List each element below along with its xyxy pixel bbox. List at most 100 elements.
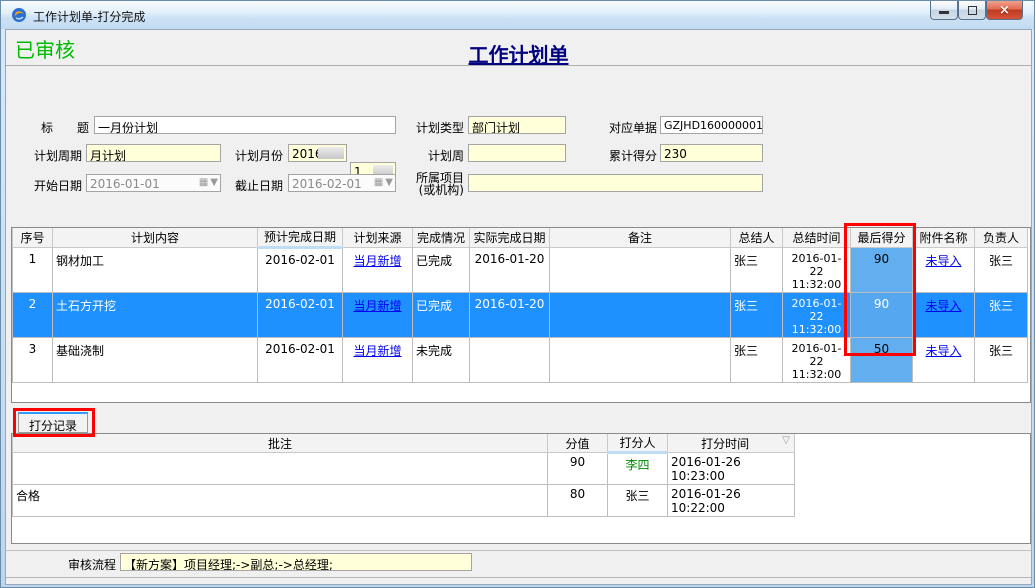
title-field[interactable]: 一月份计划 [94,116,396,134]
maximize-icon [968,6,977,15]
col-remark[interactable]: 备注 [550,228,731,247]
cell-status: 未完成 [413,337,470,382]
cell-status: 已完成 [413,292,470,337]
end-date-label: 截止日期 [220,177,283,194]
table-row[interactable]: 1 钢材加工 2016-02-01 当月新增 已完成 2016-01-20 张三… [13,247,1028,292]
cell-score-value: 90 [548,453,608,485]
plan-source-link[interactable]: 当月新增 [353,344,401,358]
calendar-icon[interactable]: ▦ [199,177,208,188]
cell-content: 土石方开挖 [53,292,258,337]
plan-year-spinner[interactable]: 2016 [288,144,347,162]
app-window: 工作计划单-打分完成 × 已审核 工作计划单 标 题 一月份计划 计划类型 部门… [0,0,1035,588]
cell-summary-time: 2016-01-22 11:32:00 [783,337,851,382]
cell-summarizer: 张三 [731,337,783,382]
close-button[interactable]: × [986,1,1023,20]
attachment-link[interactable]: 未导入 [925,344,961,358]
start-date-label: 开始日期 [19,177,82,194]
col-status[interactable]: 完成情况 [413,228,470,247]
tab-score-records[interactable]: 打分记录 [18,412,88,433]
col-score-time[interactable]: ▽打分时间 [668,434,795,453]
window-title: 工作计划单-打分完成 [33,8,145,25]
cell-owner: 张三 [975,247,1028,292]
cell-summarizer: 张三 [731,292,783,337]
attachment-link[interactable]: 未导入 [925,299,961,313]
divider [6,550,1031,551]
cell-expected-date: 2016-02-01 [258,337,343,382]
project-field[interactable] [468,174,763,192]
plan-table-header: 序号 计划内容 预计完成日期 计划来源 完成情况 实际完成日期 备注 总结人 总… [13,228,1028,247]
score-row[interactable]: 90 李四 2016-01-26 10:23:00 [13,453,795,485]
maximize-button[interactable] [958,1,986,20]
spinner-grip[interactable] [318,147,344,159]
col-comment[interactable]: 批注 [13,434,548,453]
start-date-field[interactable]: 2016-01-01 ▦▼ [86,174,221,192]
plan-source-link[interactable]: 当月新增 [353,254,401,268]
total-score-label: 累计得分 [594,147,657,164]
col-summarizer[interactable]: 总结人 [731,228,783,247]
plan-period-field[interactable]: 月计划 [86,144,221,162]
client-area: 已审核 工作计划单 标 题 一月份计划 计划类型 部门计划 对应单据 GZJHD… [5,29,1032,585]
cell-seq: 2 [13,292,53,337]
app-icon [11,7,27,23]
cell-scorer: 张三 [608,485,668,517]
score-records-table: 批注 分值 打分人 ▽打分时间 90 李四 2016-01-26 10:23:0… [12,434,795,517]
cell-actual-date: 2016-01-20 [470,292,550,337]
end-date-field[interactable]: 2016-02-01 ▦▼ [288,174,396,192]
col-actual-date[interactable]: 实际完成日期 [470,228,550,247]
col-scorer[interactable]: 打分人 [608,434,668,453]
close-icon: × [999,3,1010,18]
cell-comment [13,453,548,485]
table-row[interactable]: 3 基础浇制 2016-02-01 当月新增 未完成 张三 2016-01-22… [13,337,1028,382]
dropdown-icon[interactable]: ▼ [210,177,218,188]
cell-status: 已完成 [413,247,470,292]
col-expected-date[interactable]: 预计完成日期 [258,228,343,247]
col-final-score[interactable]: 最后得分 [851,228,913,247]
plan-week-field[interactable] [468,144,566,162]
table-row-selected[interactable]: 2 土石方开挖 2016-02-01 当月新增 已完成 2016-01-20 张… [13,292,1028,337]
minimize-button[interactable] [930,1,958,20]
plan-type-label: 计划类型 [401,119,464,136]
calendar-icon[interactable]: ▦ [374,177,383,188]
plan-week-label: 计划周 [401,147,464,164]
cell-actual-date: 2016-01-20 [470,247,550,292]
cell-summary-time: 2016-01-22 11:32:00 [783,247,851,292]
col-content[interactable]: 计划内容 [53,228,258,247]
col-owner[interactable]: 负责人 [975,228,1028,247]
score-records-panel: 批注 分值 打分人 ▽打分时间 90 李四 2016-01-26 10:23:0… [11,433,1031,544]
cell-score-value: 80 [548,485,608,517]
sort-desc-icon: ▽ [782,435,790,446]
project-label-line2: (或机构) [401,181,464,198]
cell-remark [550,337,731,382]
cell-expected-date: 2016-02-01 [258,247,343,292]
score-table-header: 批注 分值 打分人 ▽打分时间 [13,434,795,453]
cell-expected-date: 2016-02-01 [258,292,343,337]
score-row[interactable]: 合格 80 张三 2016-01-26 10:22:00 [13,485,795,517]
cell-content: 钢材加工 [53,247,258,292]
cell-summarizer: 张三 [731,247,783,292]
plan-period-label: 计划周期 [19,147,82,164]
minimize-icon [939,11,949,14]
cell-score-time: 2016-01-26 10:23:00 [668,453,795,485]
plan-table: 序号 计划内容 预计完成日期 计划来源 完成情况 实际完成日期 备注 总结人 总… [12,228,1028,383]
attachment-link[interactable]: 未导入 [925,254,961,268]
plan-source-link[interactable]: 当月新增 [353,299,401,313]
cell-final-score: 50 [851,337,913,382]
doc-no-field[interactable]: GZJHD160000001 [660,116,763,134]
col-seq[interactable]: 序号 [13,228,53,247]
total-score-field[interactable]: 230 [660,144,763,162]
title-bar: 工作计划单-打分完成 × [1,1,1034,29]
col-score-value[interactable]: 分值 [548,434,608,453]
doc-no-label: 对应单据 [594,119,657,136]
review-flow-field[interactable]: 【新方案】项目经理;->副总;->总经理; [120,553,472,571]
plan-type-field[interactable]: 部门计划 [468,116,566,134]
col-source[interactable]: 计划来源 [343,228,413,247]
cell-final-score: 90 [851,247,913,292]
cell-remark [550,292,731,337]
col-attachment[interactable]: 附件名称 [913,228,975,247]
col-summary-time[interactable]: 总结时间 [783,228,851,247]
cell-actual-date [470,337,550,382]
cell-comment: 合格 [13,485,548,517]
cell-final-score: 90 [851,292,913,337]
title-field-label: 标 题 [26,119,89,136]
dropdown-icon[interactable]: ▼ [385,177,393,188]
